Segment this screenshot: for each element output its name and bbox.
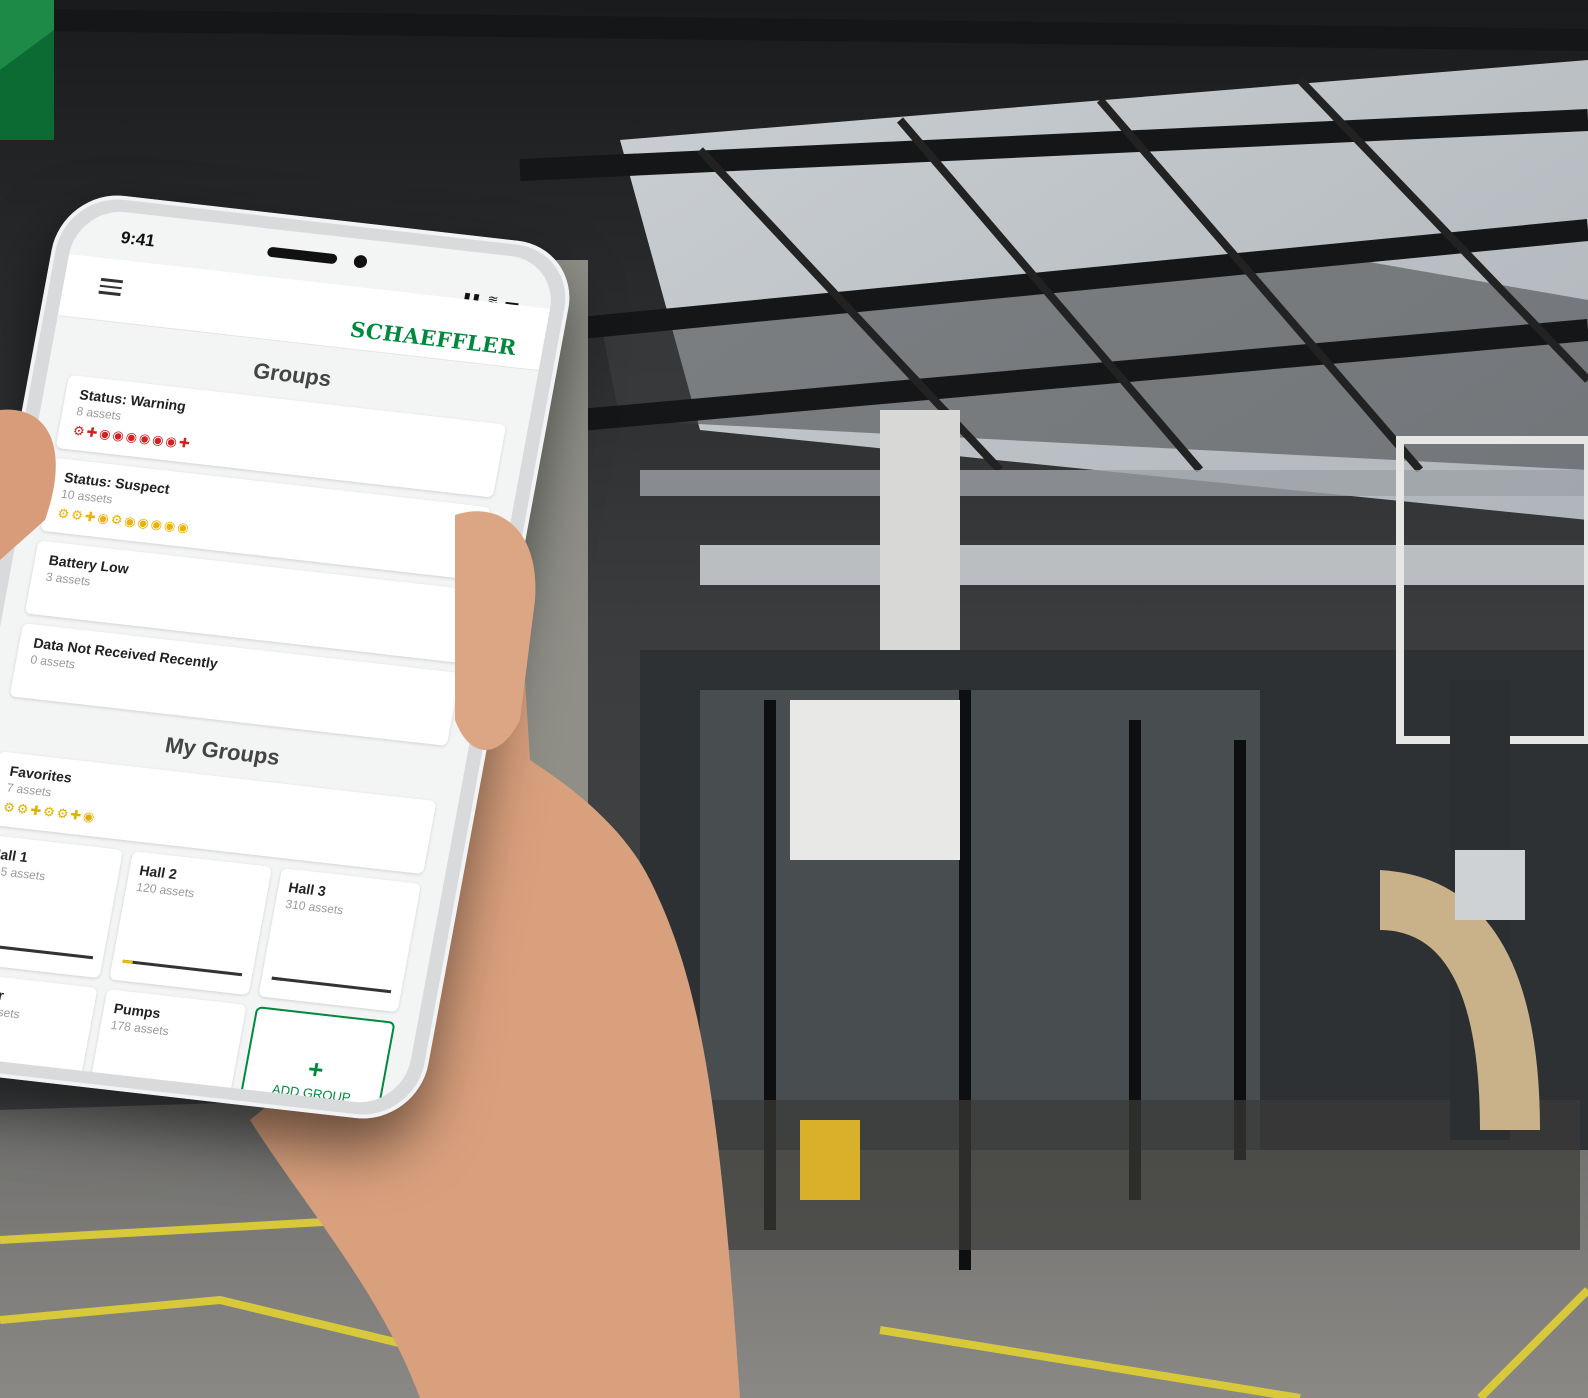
add-group-label: ADD GROUP — [270, 1081, 352, 1105]
tile-status-bar — [0, 942, 94, 960]
group-tile-grid: Hall 1 215 assets Hall 2 120 assets Hall… — [0, 834, 422, 1108]
speaker-notch — [266, 246, 338, 265]
group-tile-hall-3[interactable]: Hall 3 310 assets — [258, 868, 422, 1013]
status-time: 9:41 — [119, 227, 157, 251]
tile-status-bar — [122, 959, 243, 977]
group-tile-hall-1[interactable]: Hall 1 215 assets — [0, 834, 124, 979]
tile-status-bar — [271, 976, 392, 994]
add-group-button[interactable]: + ADD GROUP — [232, 1006, 396, 1108]
plus-icon: + — [305, 1053, 327, 1085]
group-tile-hall-2[interactable]: Hall 2 120 assets — [109, 851, 273, 996]
camera-icon — [352, 254, 369, 269]
hamburger-menu-icon[interactable] — [98, 277, 124, 296]
group-tile-pumps[interactable]: Pumps 178 assets — [83, 989, 247, 1108]
